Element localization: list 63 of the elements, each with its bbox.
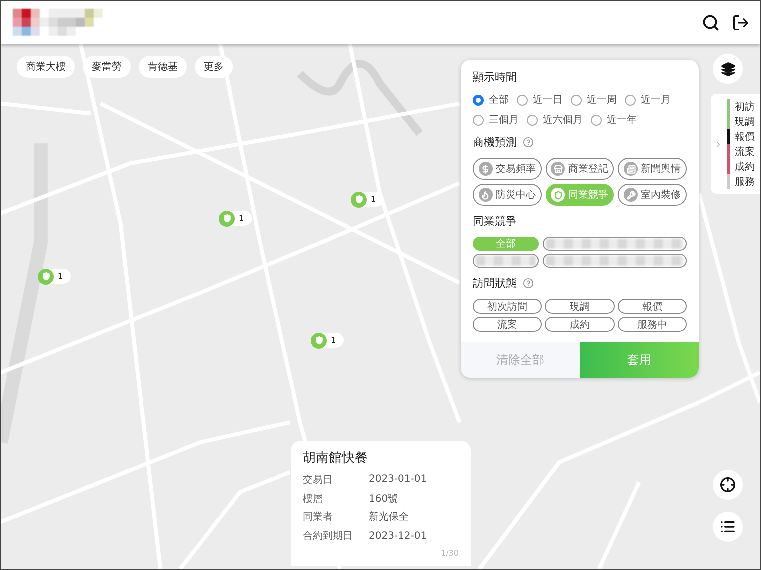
blurred-chip[interactable] <box>473 254 539 268</box>
prediction-chip[interactable]: 商業登記 <box>546 158 614 180</box>
flame-icon <box>478 188 493 202</box>
time-radio[interactable]: 近一年 <box>591 113 637 127</box>
section-title: 同業競爭 <box>473 214 517 229</box>
quick-filter-chip[interactable]: 商業大樓 <box>17 56 75 78</box>
field-value: 2023-12-01 <box>369 530 428 542</box>
section-title: 顯示時間 <box>473 70 517 85</box>
chevron-icon[interactable] <box>714 140 723 148</box>
shield-icon <box>551 188 566 202</box>
prediction-chip[interactable]: 新聞輿情 <box>618 158 687 180</box>
field-value: 2023-01-01 <box>369 474 428 486</box>
prediction-chip[interactable]: 室內裝修 <box>618 184 687 206</box>
logo-icon <box>13 9 103 36</box>
help-icon[interactable] <box>523 278 534 289</box>
section-title: 商機預測 <box>473 135 517 150</box>
blurred-chip[interactable] <box>543 254 687 268</box>
quick-filter-chip[interactable]: 麥當勞 <box>83 56 131 78</box>
status-chip[interactable]: 成約 <box>545 317 615 332</box>
status-chip[interactable]: 報價 <box>618 299 687 314</box>
card-title: 胡南館快餐 <box>303 450 369 467</box>
list-icon <box>720 519 736 535</box>
field-label: 樓層 <box>303 492 324 506</box>
quick-filter-chip[interactable]: 肯德基 <box>139 56 187 78</box>
prediction-chip[interactable]: 防災中心 <box>473 184 542 206</box>
status-chip[interactable]: 服務中 <box>618 317 687 332</box>
field-label: 交易日 <box>303 474 334 487</box>
layers-icon <box>720 62 736 76</box>
section-title: 訪問狀態 <box>473 276 517 291</box>
time-radio[interactable]: 全部 <box>473 93 509 107</box>
page-indicator: 1/30 <box>440 549 459 558</box>
status-chip[interactable]: 現調 <box>545 299 615 314</box>
field-label: 合約到期日 <box>303 530 354 544</box>
dollar-icon <box>478 162 493 176</box>
prediction-chip[interactable]: 交易頻率 <box>473 158 542 180</box>
wrench-icon <box>624 188 638 202</box>
search-icon[interactable] <box>702 14 720 32</box>
store-icon <box>551 162 566 176</box>
map-marker[interactable]: 1 <box>312 333 344 348</box>
logout-icon[interactable] <box>732 14 750 32</box>
status-chip[interactable]: 流案 <box>473 317 542 332</box>
time-radio[interactable]: 近一周 <box>571 93 617 107</box>
legend-label: 報價 <box>735 130 755 144</box>
field-value: 160號 <box>369 492 400 506</box>
time-radio[interactable]: 近一日 <box>517 93 563 107</box>
locate-icon <box>720 477 736 493</box>
field-value: 新光保全 <box>369 510 410 524</box>
legend-label: 服務 <box>735 176 755 188</box>
map-marker[interactable]: 1 <box>352 192 384 207</box>
newspaper-icon <box>624 162 638 176</box>
map-marker[interactable]: 1 <box>220 211 252 226</box>
time-radio[interactable]: 近一月 <box>625 93 671 107</box>
legend-label: 現調 <box>735 116 755 128</box>
help-icon[interactable] <box>523 137 534 148</box>
status-chip[interactable]: 初次訪問 <box>473 299 542 314</box>
legend-label: 成約 <box>735 160 755 174</box>
blurred-chip[interactable] <box>543 237 687 251</box>
legend-label: 初訪 <box>735 100 755 114</box>
map-marker[interactable]: 1 <box>39 269 72 284</box>
legend-label: 流案 <box>735 146 755 158</box>
time-radio[interactable]: 近六個月 <box>527 113 583 127</box>
time-radio[interactable]: 三個月 <box>473 113 519 127</box>
field-label: 同業者 <box>303 510 334 524</box>
